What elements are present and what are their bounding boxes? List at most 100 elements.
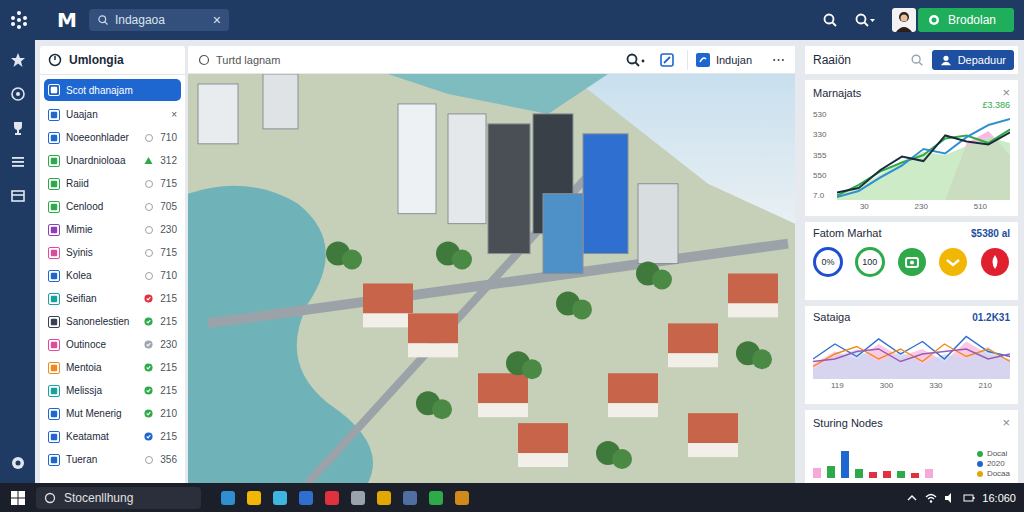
list-item[interactable]: Outinoce 230: [44, 333, 181, 356]
list-icon[interactable]: [10, 154, 26, 170]
item-value: 215: [159, 385, 177, 396]
x-tick: 330: [929, 381, 942, 390]
bar-chart-card: Sturing Nodes × Docai 2020 Docaa: [805, 410, 1018, 483]
app-icon[interactable]: [375, 489, 393, 507]
card-title: Fatom Marhat: [813, 227, 881, 239]
badge-card: Fatom Marhat $5380 al 0% 100: [805, 222, 1018, 300]
close-button[interactable]: ×: [1002, 415, 1010, 430]
clock[interactable]: 16:060: [982, 492, 1016, 504]
app-icon[interactable]: [271, 489, 289, 507]
list-item[interactable]: Mimie 230: [44, 218, 181, 241]
card-title: Marnajats: [813, 87, 861, 99]
wifi-icon[interactable]: [925, 492, 937, 504]
list-item[interactable]: Mut Menerig 210: [44, 402, 181, 425]
top-search-field[interactable]: Indagaoa ×: [89, 9, 229, 31]
user-avatar-icon[interactable]: [892, 8, 916, 32]
line-chart-card: Marnajats × £3.386 5303303555507.0 30230…: [805, 80, 1018, 216]
list-item[interactable]: Melissja 215: [44, 379, 181, 402]
search-dropdown-icon[interactable]: [854, 12, 876, 28]
item-label: Scot dhanajam: [66, 85, 177, 96]
chevron-up-icon[interactable]: [906, 492, 918, 504]
map-search-text: Turtd lagnam: [216, 54, 280, 66]
list-item[interactable]: Syinis 715: [44, 241, 181, 264]
bar: [883, 471, 891, 478]
circle-icon[interactable]: [10, 86, 26, 102]
volume-icon[interactable]: [944, 492, 956, 504]
list-item[interactable]: Tueran 356: [44, 448, 181, 471]
app-icon[interactable]: [401, 489, 419, 507]
chart-legend: Docai 2020 Docaa: [977, 449, 1010, 478]
brand-logo[interactable]: M: [57, 8, 77, 32]
line-series: [837, 119, 1010, 197]
card-value: 01.2K31: [972, 312, 1010, 323]
list-item[interactable]: Sanonelestien 215: [44, 310, 181, 333]
apps-grid-icon[interactable]: [9, 10, 29, 30]
item-label: Mut Menerig: [66, 408, 138, 419]
battery-icon[interactable]: [963, 492, 975, 504]
settings-icon[interactable]: [10, 455, 26, 471]
search-icon: [97, 14, 109, 26]
x-tick: 510: [974, 202, 987, 211]
city-render-image[interactable]: [188, 74, 795, 483]
taskbar-search-text: Stocenllhung: [64, 491, 133, 505]
line-series: [813, 349, 1010, 362]
list-item[interactable]: Cenlood 705: [44, 195, 181, 218]
map-search-field[interactable]: Turtd lagnam: [198, 54, 280, 66]
status-dot-icon: [144, 340, 153, 349]
item-icon: [48, 454, 60, 466]
y-tick: 550: [813, 171, 833, 180]
user-button[interactable]: Brodolan: [918, 8, 1014, 32]
right-panel-title: Raaiön: [813, 53, 902, 67]
item-icon: [48, 155, 60, 167]
app-icon[interactable]: [427, 489, 445, 507]
metric-badge-icon[interactable]: [938, 247, 968, 277]
list-item[interactable]: Scot dhanajam: [44, 79, 181, 101]
zoom-icon[interactable]: [625, 52, 647, 68]
item-label: Seifian: [66, 293, 138, 304]
panel-icon[interactable]: [10, 188, 26, 204]
list-item[interactable]: Kolea 710: [44, 264, 181, 287]
list-item[interactable]: Seifian 215: [44, 287, 181, 310]
line-series: [837, 133, 1010, 193]
search-icon[interactable]: [822, 12, 838, 28]
clear-search-button[interactable]: ×: [213, 12, 221, 28]
close-button[interactable]: ×: [1002, 85, 1010, 100]
right-panel-header: Raaiön Depaduur: [805, 46, 1018, 74]
layer-chip[interactable]: Indujan: [687, 50, 760, 70]
taskbar-search[interactable]: Stocenllhung: [36, 487, 201, 509]
list-item[interactable]: Unardnioloaa 312: [44, 149, 181, 172]
metric-badge-icon[interactable]: [980, 247, 1010, 277]
card-value: $5380 al: [971, 228, 1010, 239]
list-item[interactable]: Noeeonhlader 710: [44, 126, 181, 149]
list-item[interactable]: Raiid 715: [44, 172, 181, 195]
app-icon[interactable]: [245, 489, 263, 507]
item-icon: [48, 132, 60, 144]
star-icon[interactable]: [10, 52, 26, 68]
status-dot-icon: [144, 386, 153, 395]
chart-plot: [837, 110, 1010, 200]
app-icon[interactable]: [219, 489, 237, 507]
item-label: Mimie: [66, 224, 139, 235]
more-button[interactable]: ⋯: [772, 52, 785, 67]
legend-item: Docaa: [977, 469, 1010, 478]
app-icon[interactable]: [297, 489, 315, 507]
app-icon[interactable]: [349, 489, 367, 507]
metric-badge[interactable]: 100: [855, 247, 885, 277]
right-panel-button[interactable]: Depaduur: [932, 50, 1014, 70]
metric-badge-icon[interactable]: [897, 247, 927, 277]
app-icon[interactable]: [323, 489, 341, 507]
x-tick: 230: [915, 202, 928, 211]
list-item[interactable]: Mentoia 215: [44, 356, 181, 379]
list-item[interactable]: Keatamat 215: [44, 425, 181, 448]
y-tick: 355: [813, 151, 833, 160]
link-icon[interactable]: [659, 52, 675, 68]
card-value: £3.386: [813, 100, 1010, 110]
metric-badge[interactable]: 0%: [813, 247, 843, 277]
app-icon[interactable]: [453, 489, 471, 507]
bar: [869, 472, 877, 478]
trophy-icon[interactable]: [10, 120, 26, 136]
status-dot-icon: [144, 432, 153, 441]
windows-start-icon[interactable]: [10, 490, 26, 506]
list-item[interactable]: Uaajan ×: [44, 103, 181, 126]
search-icon[interactable]: [910, 53, 924, 67]
